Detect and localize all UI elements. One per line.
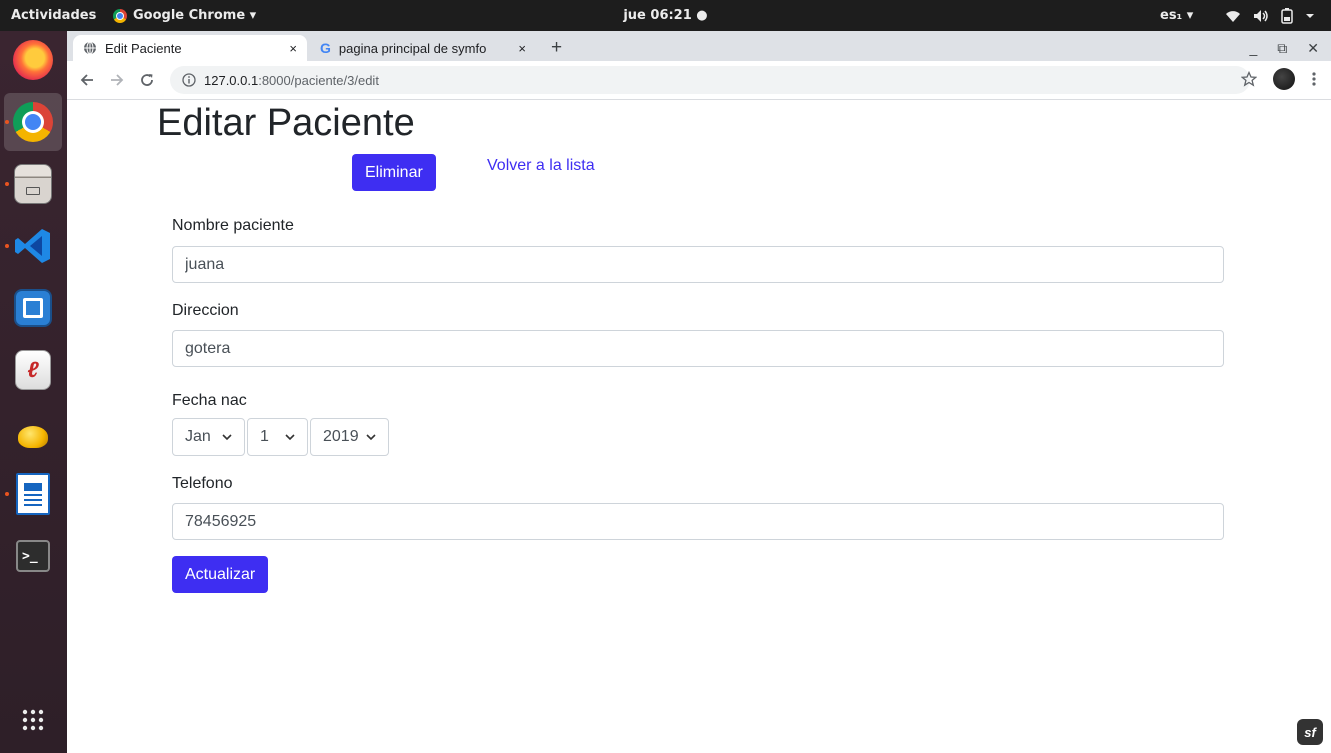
browser-toolbar: 127.0.0.1:8000/paciente/3/edit (67, 61, 1331, 100)
show-applications-button[interactable] (4, 691, 62, 749)
chevron-down-icon (285, 433, 295, 440)
tab-close-button[interactable]: × (518, 41, 526, 56)
url-path: :8000/paciente/3/edit (258, 72, 379, 88)
dock-writer[interactable] (4, 465, 62, 523)
tab-pagina-principal[interactable]: G pagina principal de symfo × (310, 35, 536, 61)
files-icon (14, 164, 52, 204)
tab-title: Edit Paciente (105, 40, 182, 56)
fecha-day-select[interactable]: 1 (247, 418, 308, 456)
chevron-down-icon (222, 433, 232, 440)
telefono-input[interactable] (172, 503, 1224, 540)
close-window-button[interactable]: ✕ (1307, 40, 1319, 57)
evince-icon: ℓ (15, 350, 51, 390)
firefox-icon (13, 40, 53, 80)
globe-icon (84, 41, 96, 55)
back-to-list-link[interactable]: Volver a la lista (487, 157, 595, 175)
google-icon: G (320, 40, 331, 56)
dock-terminal[interactable]: >_ (4, 527, 62, 585)
app-menu-label: Google Chrome ▾ (133, 8, 257, 23)
forward-arrow-icon[interactable] (109, 72, 125, 88)
clock[interactable]: jue 06:21 ● (623, 8, 707, 23)
battery-icon (1281, 7, 1293, 24)
new-tab-button[interactable]: + (551, 35, 562, 61)
running-indicator (5, 120, 9, 124)
window-controls: _ ⧉ ✕ (1249, 35, 1319, 61)
chrome-icon (113, 8, 127, 23)
toolbar-actions (1241, 68, 1317, 90)
tab-strip: Edit Paciente × G pagina principal de sy… (67, 31, 1331, 61)
page-content: Editar Paciente Eliminar Volver a la lis… (67, 100, 1331, 753)
vscode-icon (15, 229, 50, 263)
wifi-icon (1226, 10, 1240, 22)
teapot-icon (13, 412, 53, 452)
back-arrow-icon[interactable] (79, 72, 95, 88)
profile-avatar[interactable] (1273, 68, 1295, 90)
nombre-label: Nombre paciente (172, 217, 294, 234)
running-indicator (5, 492, 9, 496)
restore-button[interactable]: ⧉ (1277, 40, 1287, 57)
volume-icon (1254, 9, 1268, 22)
page-title: Editar Paciente (157, 102, 415, 144)
symfony-toolbar-icon[interactable]: sf (1297, 719, 1323, 745)
chrome-icon (13, 102, 53, 142)
tab-edit-paciente[interactable]: Edit Paciente × (73, 35, 307, 61)
chevron-down-icon (366, 433, 376, 440)
dock: ℓ >_ (0, 31, 67, 753)
dock-evince[interactable]: ℓ (4, 341, 62, 399)
direccion-label: Direccion (172, 302, 239, 319)
chevron-down-icon (1306, 13, 1314, 18)
month-value: Jan (185, 428, 211, 445)
url-host: 127.0.0.1 (204, 72, 259, 88)
dock-vscode[interactable] (4, 217, 62, 275)
minimize-button[interactable]: _ (1249, 40, 1257, 56)
terminal-icon: >_ (16, 540, 50, 572)
running-indicator (5, 182, 9, 186)
year-value: 2019 (323, 428, 359, 445)
dock-chrome[interactable] (4, 93, 62, 151)
telefono-label: Telefono (172, 475, 233, 492)
tab-title: pagina principal de symfo (338, 40, 487, 56)
dock-boxes[interactable] (4, 279, 62, 337)
info-icon[interactable] (182, 73, 196, 87)
dock-teapot[interactable] (4, 403, 62, 461)
reload-icon[interactable] (139, 72, 155, 88)
delete-button[interactable]: Eliminar (352, 154, 436, 191)
boxes-icon (14, 289, 52, 327)
direccion-input[interactable] (172, 330, 1224, 367)
apps-grid-icon (22, 709, 44, 731)
dock-files[interactable] (4, 155, 62, 213)
system-status-menu[interactable] (1225, 0, 1315, 31)
writer-icon (16, 473, 50, 515)
day-value: 1 (260, 428, 269, 445)
dock-firefox[interactable] (4, 31, 62, 89)
top-bar: Actividades Google Chrome ▾ jue 06:21 ● … (0, 0, 1331, 31)
fecha-label: Fecha nac (172, 392, 247, 409)
update-button[interactable]: Actualizar (172, 556, 269, 593)
tab-close-button[interactable]: × (289, 41, 297, 56)
kebab-menu-icon[interactable] (1311, 71, 1317, 87)
app-menu[interactable]: Google Chrome ▾ (113, 0, 256, 31)
address-bar[interactable]: 127.0.0.1:8000/paciente/3/edit (170, 66, 1250, 94)
star-icon[interactable] (1241, 71, 1257, 87)
nombre-input[interactable] (172, 246, 1224, 283)
running-indicator (5, 244, 9, 248)
fecha-year-select[interactable]: 2019 (310, 418, 389, 456)
fecha-month-select[interactable]: Jan (172, 418, 245, 456)
language-indicator[interactable]: es₁ ▾ (1160, 0, 1193, 31)
activities-button[interactable]: Actividades (11, 0, 96, 31)
